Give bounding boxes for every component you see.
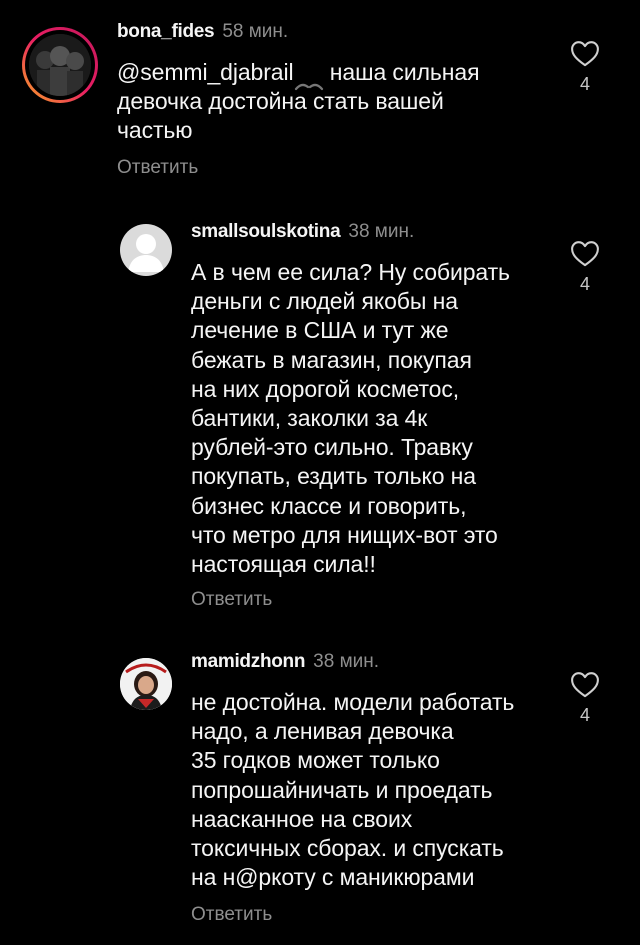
heart-icon bbox=[571, 672, 599, 698]
timestamp: 38 мин. bbox=[313, 651, 380, 672]
timestamp: 58 мин. bbox=[222, 21, 289, 42]
mention-link[interactable]: @semmi_djabrail bbox=[117, 59, 294, 85]
like-count: 4 bbox=[579, 705, 590, 725]
username[interactable]: mamidzhonn bbox=[191, 651, 305, 672]
comment-text: @semmi_djabrail наша сильная девочка дос… bbox=[117, 58, 547, 146]
eyebrow-emoji-icon bbox=[294, 69, 324, 91]
reply-button[interactable]: Ответить bbox=[117, 157, 198, 179]
avatar-story-ring[interactable] bbox=[22, 27, 98, 103]
avatar[interactable] bbox=[120, 658, 172, 710]
reply-button[interactable]: Ответить bbox=[191, 589, 272, 611]
heart-icon bbox=[571, 241, 599, 267]
comment-mamidzhonn: mamidzhonn 38 мин. не достойна. модели ра… bbox=[0, 630, 640, 945]
like-count: 4 bbox=[579, 74, 590, 94]
like-button[interactable]: 4 bbox=[563, 40, 607, 95]
woman-portrait-icon bbox=[120, 658, 172, 710]
avatar[interactable] bbox=[120, 224, 172, 276]
comment-meta: bona_fides 58 мин. bbox=[117, 21, 288, 43]
comment-body: не достойна. модели работать надо, а лен… bbox=[191, 689, 515, 891]
like-button[interactable]: 4 bbox=[563, 671, 607, 726]
comment-meta: mamidzhonn 38 мин. bbox=[191, 651, 379, 673]
like-count: 4 bbox=[579, 274, 590, 294]
username[interactable]: bona_fides bbox=[117, 21, 215, 42]
timestamp: 38 мин. bbox=[348, 221, 415, 242]
comment-body: А в чем ее сила? Ну собирать деньги с лю… bbox=[191, 259, 510, 578]
comment-meta: smallsoulskotina 38 мин. bbox=[191, 221, 414, 243]
reply-button[interactable]: Ответить bbox=[191, 904, 272, 926]
comment-smallsoulskotina: smallsoulskotina 38 мин. А в чем ее сила?… bbox=[0, 200, 640, 620]
like-button[interactable]: 4 bbox=[563, 240, 607, 295]
username[interactable]: smallsoulskotina bbox=[191, 221, 341, 242]
default-user-icon bbox=[128, 234, 164, 272]
heart-icon bbox=[571, 41, 599, 67]
user-photo-icon bbox=[29, 34, 91, 96]
comment-bona-fides: bona_fides 58 мин. @semmi_djabrail наша с… bbox=[0, 0, 640, 200]
